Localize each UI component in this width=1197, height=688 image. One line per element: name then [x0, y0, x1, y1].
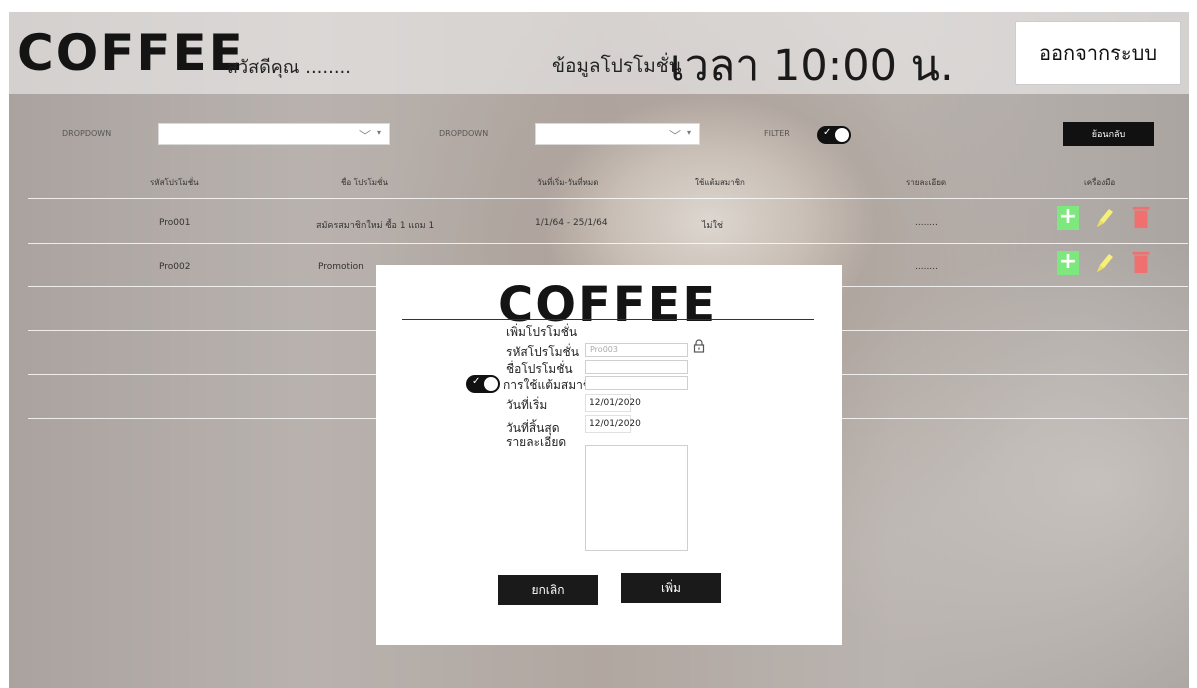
- cell-name: สมัครสมาชิกใหม่ ซื้อ 1 แถม 1: [316, 221, 435, 231]
- promo-id-input[interactable]: Pro003: [585, 343, 688, 357]
- cell-detail: ........: [915, 218, 938, 228]
- dropdown-2[interactable]: ﹀ ▾: [535, 123, 700, 145]
- back-button[interactable]: ย้อนกลับ: [1063, 122, 1154, 146]
- cell-detail: ........: [915, 262, 938, 272]
- cell-id: Pro001: [159, 218, 191, 228]
- check-icon: ✓: [823, 127, 832, 138]
- column-header-name: ชื่อ โปรโมชั่น: [341, 178, 388, 187]
- cell-id: Pro002: [159, 262, 191, 272]
- promo-name-input[interactable]: [585, 360, 688, 374]
- start-date-label: วันที่เริ่ม: [506, 398, 548, 412]
- add-button[interactable]: เพิ่ม: [621, 573, 721, 603]
- detail-textarea[interactable]: [585, 445, 688, 551]
- cell-dates: 1/1/64 - 25/1/64: [535, 218, 608, 228]
- dropdown-1-label: DROPDOWN: [62, 129, 112, 138]
- filter-label: FILTER: [764, 129, 790, 138]
- clock-display: เวลา 10:00 น.: [670, 41, 954, 91]
- greeting-text: สวัสดีคุณ ........: [227, 57, 352, 78]
- add-row-button[interactable]: +: [1057, 251, 1079, 275]
- use-points-input[interactable]: [585, 376, 688, 390]
- cancel-button[interactable]: ยกเลิก: [498, 575, 598, 605]
- toggle-knob: [835, 128, 849, 142]
- detail-label: รายละเอียด: [506, 435, 567, 449]
- edit-pencil-icon[interactable]: [1093, 206, 1115, 230]
- check-icon: ✓: [472, 376, 481, 387]
- logout-button[interactable]: ออกจากระบบ: [1015, 21, 1181, 85]
- end-date-input[interactable]: 12/01/2020: [585, 415, 641, 433]
- dialog-title: เพิ่มโปรโมชั่น: [506, 325, 578, 339]
- dropdown-2-label: DROPDOWN: [439, 129, 489, 138]
- toggle-knob: [484, 377, 498, 391]
- dropdown-arrow-icon: ▾: [376, 128, 381, 137]
- cell-points: ไม่ใช่: [702, 221, 723, 231]
- chevron-down-icon: ﹀: [358, 129, 371, 143]
- add-promotion-dialog: COFFEE เพิ่มโปรโมชั่น รหัสโปรโมชั่น Pro0…: [376, 265, 842, 645]
- start-date-input[interactable]: 12/01/2020: [585, 394, 641, 412]
- row-divider: [28, 198, 1188, 199]
- chevron-down-icon: ﹀: [668, 129, 681, 143]
- lock-icon: [693, 339, 705, 353]
- header: COFFEE สวัสดีคุณ ........ ข้อมูลโปรโมชั่…: [9, 12, 1189, 94]
- column-header-detail: รายละเอียด: [906, 178, 947, 187]
- dropdown-1[interactable]: ﹀ ▾: [158, 123, 390, 145]
- delete-trash-icon[interactable]: [1130, 205, 1152, 229]
- dropdown-arrow-icon: ▾: [686, 128, 691, 137]
- column-header-points: ใช้แต้มสมาชิก: [695, 178, 745, 187]
- column-header-dates: วันที่เริ่ม-วันที่หมด: [537, 178, 599, 187]
- filter-toggle[interactable]: ✓: [817, 126, 851, 144]
- delete-trash-icon[interactable]: [1130, 250, 1152, 274]
- row-divider: [28, 243, 1188, 244]
- column-header-tools: เครื่องมือ: [1084, 178, 1116, 187]
- use-points-label: การใช้แต้มสมาชิก: [503, 378, 599, 392]
- use-points-toggle[interactable]: ✓: [466, 375, 500, 393]
- dialog-divider: [402, 319, 814, 320]
- edit-pencil-icon[interactable]: [1093, 251, 1115, 275]
- app-logo: COFFEE: [17, 24, 245, 82]
- page-title: ข้อมูลโปรโมชั่น: [552, 55, 682, 77]
- column-header-id: รหัสโปรโมชั่น: [150, 178, 199, 187]
- add-row-button[interactable]: +: [1057, 206, 1079, 230]
- cell-name: Promotion: [318, 262, 364, 272]
